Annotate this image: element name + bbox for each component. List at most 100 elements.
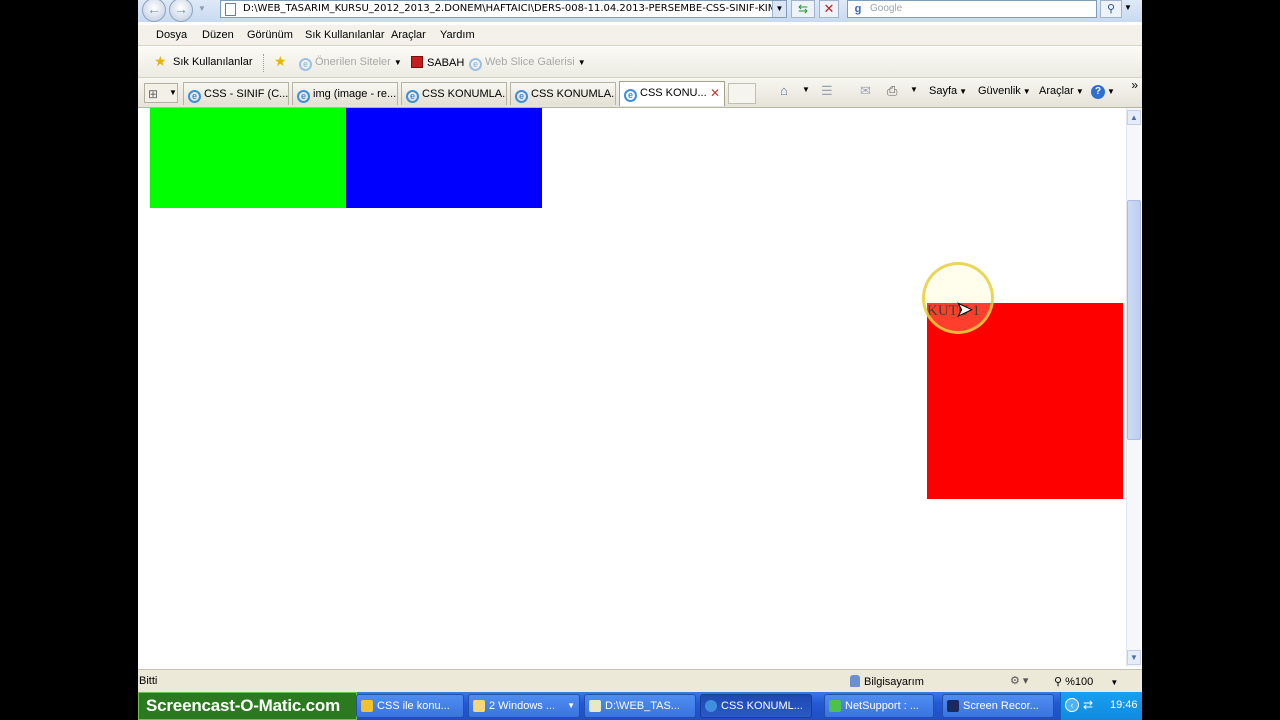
status-bar: Bitti Bilgisayarım ⚙ ▾ ⚲ %100 ▼ xyxy=(138,669,1142,692)
chevron-down-icon: ▼ xyxy=(1110,678,1119,687)
feeds-icon[interactable]: ☰ xyxy=(821,83,833,99)
favorites-bar: ★ Sık Kullanılanlar ★ e Önerilen Siteler … xyxy=(138,47,1142,78)
page-content: KUTU 1 ➤ xyxy=(138,108,1126,667)
quick-tabs-button[interactable]: ⊞ ▼ xyxy=(144,83,178,103)
home-icon[interactable]: ⌂ xyxy=(780,83,788,98)
security-zone[interactable]: Bilgisayarım xyxy=(850,675,924,688)
tab-label: CSS KONU... xyxy=(640,87,707,99)
tab-label: img (image - re... xyxy=(313,88,397,100)
netsupport-icon xyxy=(829,700,841,712)
mail-icon[interactable]: ✉ xyxy=(860,83,871,99)
menu-gorunum[interactable]: Görünüm xyxy=(247,29,293,41)
close-tab-icon[interactable]: ✕ xyxy=(710,82,720,104)
ie-icon: e xyxy=(624,89,637,102)
chevron-down-icon: ▼ xyxy=(567,701,575,710)
task-css-konumlama[interactable]: CSS KONUML... xyxy=(700,694,812,718)
search-options-dropdown-icon[interactable]: ▼ xyxy=(1124,3,1132,12)
notepad-icon xyxy=(589,700,601,712)
ie-icon: e xyxy=(188,90,201,103)
mouse-pointer-icon: ➤ xyxy=(956,299,974,322)
chevron-down-icon: ▼ xyxy=(393,58,402,67)
menu-favorites[interactable]: Sık Kullanılanlar xyxy=(305,29,385,41)
history-dropdown-icon[interactable]: ▼ xyxy=(198,4,206,13)
tab-css-konumlama-1[interactable]: e CSS KONUMLA... xyxy=(401,82,507,105)
sabah-icon xyxy=(411,56,423,68)
ie-icon: e xyxy=(515,90,528,103)
zoom-label: %100 xyxy=(1065,676,1094,688)
scroll-up-icon[interactable]: ▲ xyxy=(1127,110,1141,125)
tab-bar: ⊞ ▼ e CSS - SINIF (C... e img (image - re.… xyxy=(138,78,1142,108)
menu-yardim[interactable]: Yardım xyxy=(440,29,475,41)
watermark: Screencast-O-Matic.com xyxy=(138,692,357,720)
scroll-down-icon[interactable]: ▼ xyxy=(1127,650,1141,665)
new-tab-button[interactable] xyxy=(728,83,756,104)
task-label: 2 Windows ... xyxy=(489,700,556,712)
menu-araclar[interactable]: Araçlar xyxy=(391,29,426,41)
add-favorite-icon[interactable]: ★ xyxy=(274,53,287,70)
more-commands-icon[interactable]: » xyxy=(1131,78,1138,92)
tab-list-dropdown-icon[interactable]: ▼ xyxy=(169,88,177,97)
menu-bar: Dosya Düzen Görünüm Sık Kullanılanlar Ar… xyxy=(138,25,1142,46)
address-dropdown-icon[interactable]: ▼ xyxy=(772,1,786,17)
help-menu[interactable]: ? ▼ xyxy=(1091,85,1115,99)
tools-menu[interactable]: Araçlar ▼ xyxy=(1039,85,1084,97)
refresh-icon: ⇆ xyxy=(797,2,809,16)
taskbar: Screencast-O-Matic.com CSS ile konu... 2… xyxy=(138,692,1142,720)
system-tray: ‹ ⇄ 19:46 xyxy=(1060,692,1142,720)
tab-css-konu-active[interactable]: e CSS KONU... ✕ xyxy=(619,81,725,106)
search-input[interactable]: g Google xyxy=(847,0,1097,18)
chevron-down-icon: ▼ xyxy=(1075,87,1084,96)
task-netsupport[interactable]: NetSupport : ... xyxy=(824,694,934,718)
tab-label: CSS - SINIF (C... xyxy=(204,88,289,100)
zoom-control[interactable]: ⚲ %100 ▼ xyxy=(1054,675,1118,688)
tab-img[interactable]: e img (image - re... xyxy=(292,82,398,105)
green-box xyxy=(150,108,346,208)
page-menu[interactable]: Sayfa ▼ xyxy=(929,85,967,97)
web-slice-button[interactable]: e Web Slice Galerisi ▼ xyxy=(469,56,586,71)
favorites-button[interactable]: Sık Kullanılanlar xyxy=(173,56,253,68)
ie-icon xyxy=(705,700,717,712)
show-hidden-icons-icon[interactable]: ‹ xyxy=(1065,698,1079,712)
tab-label: CSS KONUMLA... xyxy=(422,88,507,100)
vertical-scrollbar[interactable]: ▲ ▼ xyxy=(1126,108,1141,667)
suggested-sites-button[interactable]: e Önerilen Siteler ▼ xyxy=(299,56,402,71)
favorites-star-icon: ★ xyxy=(154,53,167,69)
print-dropdown-icon[interactable]: ▼ xyxy=(910,85,918,94)
address-toolbar: ← → ▼ D:\WEB_TASARIM_KURSU_2012_2013_2.D… xyxy=(138,0,1142,22)
page-icon xyxy=(225,3,236,16)
task-windows-explorer[interactable]: 2 Windows ... ▼ xyxy=(468,694,580,718)
address-bar[interactable]: D:\WEB_TASARIM_KURSU_2012_2013_2.DONEM\H… xyxy=(220,0,787,18)
tab-css-sinif[interactable]: e CSS - SINIF (C... xyxy=(183,82,289,105)
menu-dosya[interactable]: Dosya xyxy=(156,29,187,41)
safety-menu[interactable]: Güvenlik ▼ xyxy=(978,85,1031,97)
forward-button[interactable]: → xyxy=(169,0,193,22)
separator xyxy=(263,54,264,72)
tab-css-konumlama-2[interactable]: e CSS KONUMLA... xyxy=(510,82,616,105)
task-css-ile-konu[interactable]: CSS ile konu... xyxy=(356,694,464,718)
stop-button[interactable]: ✕ xyxy=(819,0,839,18)
computer-icon xyxy=(850,675,860,687)
task-notepad[interactable]: D:\WEB_TAS... xyxy=(584,694,696,718)
task-screen-recorder[interactable]: Screen Recor... xyxy=(942,694,1054,718)
blue-box xyxy=(346,108,542,208)
task-label: CSS ile konu... xyxy=(377,700,450,712)
app-icon xyxy=(361,700,373,712)
clock[interactable]: 19:46 xyxy=(1110,699,1138,711)
chevron-down-icon: ▼ xyxy=(1022,87,1031,96)
back-button[interactable]: ← xyxy=(142,0,166,22)
refresh-button[interactable]: ⇆ xyxy=(791,0,815,18)
print-icon[interactable]: ⎙ xyxy=(887,83,897,99)
menu-duzen[interactable]: Düzen xyxy=(202,29,234,41)
search-icon: ⚲ xyxy=(1106,3,1116,15)
zoom-icon: ⚲ xyxy=(1054,676,1063,688)
search-button[interactable]: ⚲ xyxy=(1100,0,1122,18)
home-dropdown-icon[interactable]: ▼ xyxy=(802,85,810,94)
sabah-link[interactable]: SABAH xyxy=(411,56,464,69)
chevron-down-icon: ▼ xyxy=(1107,87,1115,96)
network-icon[interactable]: ⇄ xyxy=(1083,698,1093,712)
protected-mode-icon[interactable]: ⚙ ▾ xyxy=(1010,674,1028,687)
suggested-sites-label: Önerilen Siteler xyxy=(315,56,391,68)
ie-icon: e xyxy=(406,90,419,103)
scroll-thumb[interactable] xyxy=(1127,200,1141,440)
task-label: Screen Recor... xyxy=(963,700,1039,712)
